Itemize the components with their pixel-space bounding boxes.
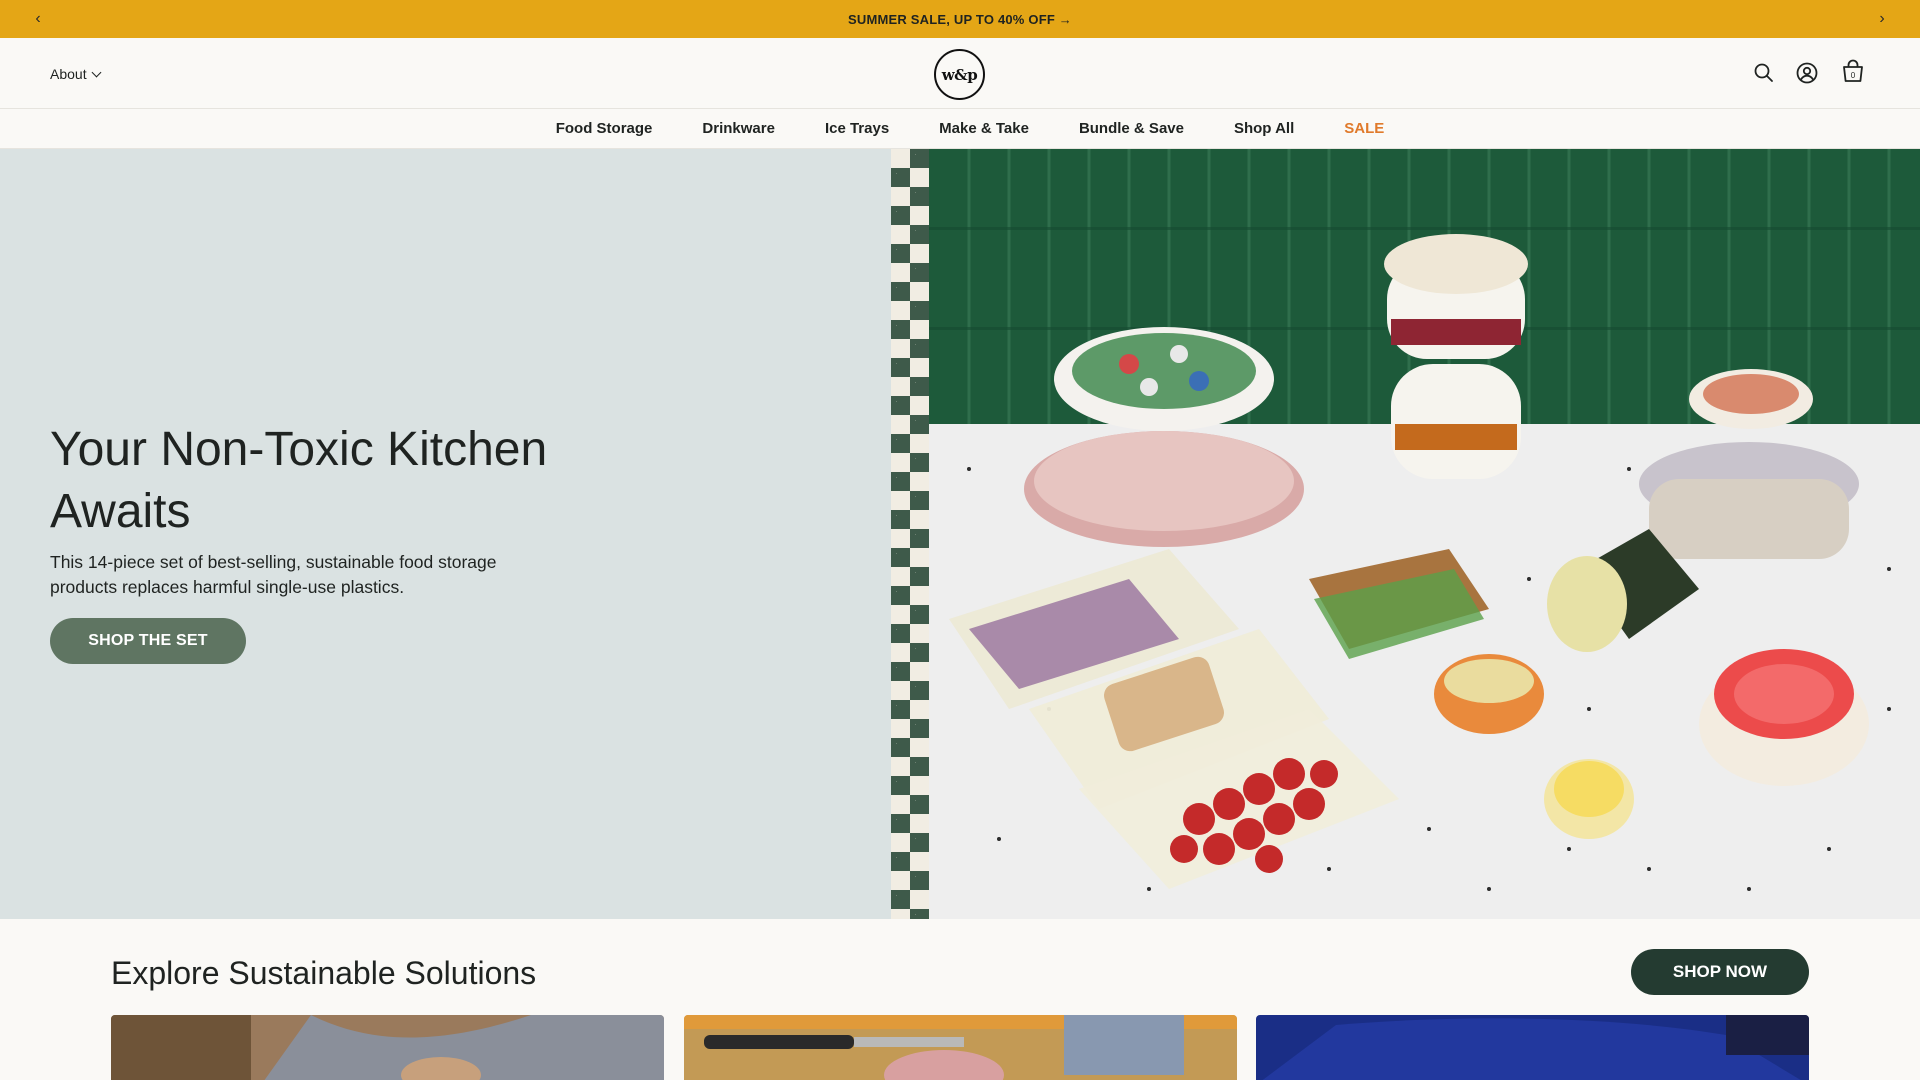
account-icon[interactable] [1794,60,1820,86]
explore-section: Explore Sustainable Solutions SHOP NOW [0,919,1920,1080]
shop-now-button[interactable]: SHOP NOW [1631,949,1809,995]
card-blue-sweater [1256,1015,1809,1080]
hero-section: Your Non-Toxic Kitchen Awaits This 14-pi… [0,149,1920,919]
nav-list: Food Storage Drinkware Ice Trays Make & … [536,120,1385,137]
site-header: About w&p 0 [0,38,1920,108]
chevron-down-icon [91,67,102,77]
chevron-right-icon[interactable]: › [1871,8,1893,30]
nav-item-drinkware[interactable]: Drinkware [702,120,775,137]
about-dropdown[interactable]: About [50,66,102,82]
nav-item-food-storage[interactable]: Food Storage [556,120,653,137]
nav-item-bundle-and-save[interactable]: Bundle & Save [1079,120,1184,137]
about-label: About [50,66,87,82]
category-card-2[interactable] [684,1015,1237,1080]
search-icon[interactable] [1751,60,1777,86]
logo-text: w&p [941,65,978,84]
cart-icon[interactable]: 0 [1838,57,1868,87]
hero-image [891,149,1920,919]
announcement-bar: ‹ SUMMER SALE, UP TO 40% OFF → › [0,0,1920,38]
explore-title: Explore Sustainable Solutions [111,955,537,991]
hero-title: Your Non-Toxic Kitchen Awaits [50,423,548,538]
checkerboard-border [891,149,929,919]
announcement-text[interactable]: SUMMER SALE, UP TO 40% OFF → [848,12,1072,27]
category-card-3[interactable] [1256,1015,1809,1080]
shop-the-set-button[interactable]: SHOP THE SET [50,618,246,664]
card-cutting-board [684,1015,1237,1080]
nav-item-make-and-take[interactable]: Make & Take [939,120,1029,137]
main-nav: Food Storage Drinkware Ice Trays Make & … [0,108,1920,149]
hero-subtitle: This 14-piece set of best-selling, susta… [50,552,497,597]
category-card-1[interactable] [111,1015,664,1080]
nav-item-shop-all[interactable]: Shop All [1234,120,1294,137]
cart-count: 0 [1851,71,1856,80]
nav-item-sale[interactable]: SALE [1344,120,1384,137]
chevron-left-icon[interactable]: ‹ [27,8,49,30]
nav-item-ice-trays[interactable]: Ice Trays [825,120,889,137]
logo[interactable]: w&p [934,49,985,100]
food-storage-photo [929,149,1920,919]
hero-text-panel: Your Non-Toxic Kitchen Awaits This 14-pi… [0,149,891,919]
card-kitchen-wood [111,1015,664,1080]
